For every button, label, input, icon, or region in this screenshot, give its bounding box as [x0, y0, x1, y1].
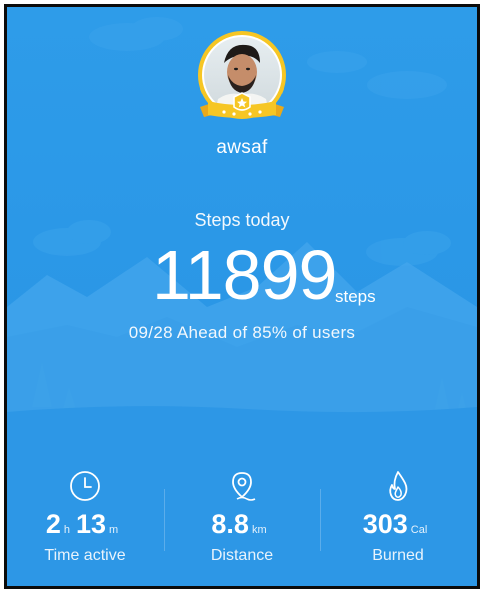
steps-count[interactable]: 11899 — [152, 235, 337, 315]
time-minutes-unit: m — [109, 524, 119, 536]
calories-value: 303 — [362, 509, 408, 539]
stat-time-active[interactable]: 2 h 13 m Time active — [7, 469, 163, 569]
ranking-text: 09/28 Ahead of 85% of users — [128, 323, 356, 342]
flame-icon — [389, 471, 408, 501]
time-hours-unit: h — [63, 524, 70, 536]
username: awsaf — [216, 137, 268, 158]
avatar[interactable] — [194, 29, 290, 125]
stat-burned[interactable]: 303 Cal Burned — [320, 469, 476, 569]
calories-value-row: 303 Cal — [320, 509, 476, 540]
avatar-badge — [198, 31, 286, 119]
clock-icon — [70, 471, 100, 501]
calories-caption: Burned — [372, 547, 424, 564]
location-pin-icon — [232, 472, 256, 501]
time-minutes: 13 — [75, 509, 107, 539]
distance-value-row: 8.8 km — [164, 509, 320, 540]
app-screen: awsaf Steps today 11899 steps 09/28 Ahea… — [4, 4, 480, 589]
stat-distance[interactable]: 8.8 km Distance — [164, 469, 320, 569]
calories-unit: Cal — [410, 524, 428, 536]
steps-unit: steps — [335, 287, 376, 306]
time-active-value: 2 h 13 m — [7, 509, 163, 540]
distance-caption: Distance — [210, 547, 274, 564]
distance-unit: km — [251, 524, 267, 536]
time-hours: 2 — [45, 509, 61, 539]
steps-today-label: Steps today — [194, 210, 290, 230]
distance-value: 8.8 — [211, 509, 249, 539]
time-active-caption: Time active — [44, 547, 126, 564]
